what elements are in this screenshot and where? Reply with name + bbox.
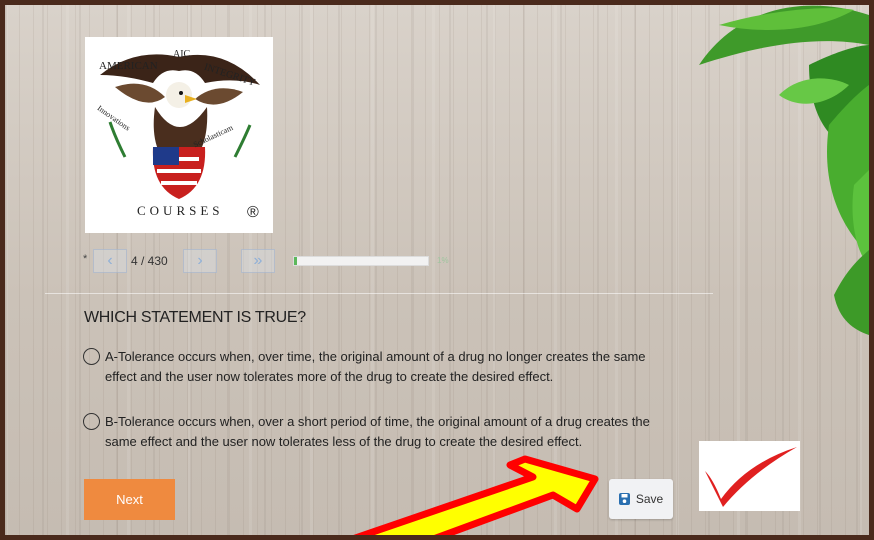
save-button[interactable]: Save [609, 479, 673, 519]
question-counter: 4 / 430 [131, 254, 168, 268]
logo-text-aic: AIC [173, 49, 191, 60]
next-button[interactable]: Next [84, 479, 175, 520]
logo-text-american: AMERICAN [99, 60, 158, 72]
page-frame: AMERICAN AIC INTEGRITY Innovations Schol… [0, 0, 874, 540]
chevron-left-icon: ‹ [107, 252, 113, 269]
chevron-right-icon: › [197, 252, 203, 269]
progress-fill [294, 257, 297, 265]
option-a-text: A-Tolerance occurs when, over time, the … [105, 349, 646, 384]
required-marker: * [83, 253, 88, 265]
last-page-button[interactable]: » [241, 249, 275, 273]
aic-logo: AMERICAN AIC INTEGRITY Innovations Schol… [85, 37, 273, 233]
option-b-radio[interactable] [83, 413, 100, 430]
double-chevron-right-icon: » [253, 252, 263, 269]
progress-percent: 1% [437, 256, 449, 265]
next-page-button[interactable]: › [183, 249, 217, 273]
registered-mark: ® [247, 204, 259, 221]
option-b-text: B-Tolerance occurs when, over a short pe… [105, 414, 650, 449]
save-label: Save [635, 492, 664, 506]
disk-icon [618, 493, 630, 505]
question-title: WHICH STATEMENT IS TRUE? [84, 309, 306, 326]
leaves-decoration [699, 5, 869, 335]
logo-text-courses: COURSES [137, 203, 224, 218]
option-a-radio[interactable] [83, 348, 100, 365]
prev-button[interactable]: ‹ [93, 249, 127, 273]
divider [45, 293, 713, 294]
progress-bar [293, 256, 429, 266]
checkmark-image [699, 441, 800, 511]
